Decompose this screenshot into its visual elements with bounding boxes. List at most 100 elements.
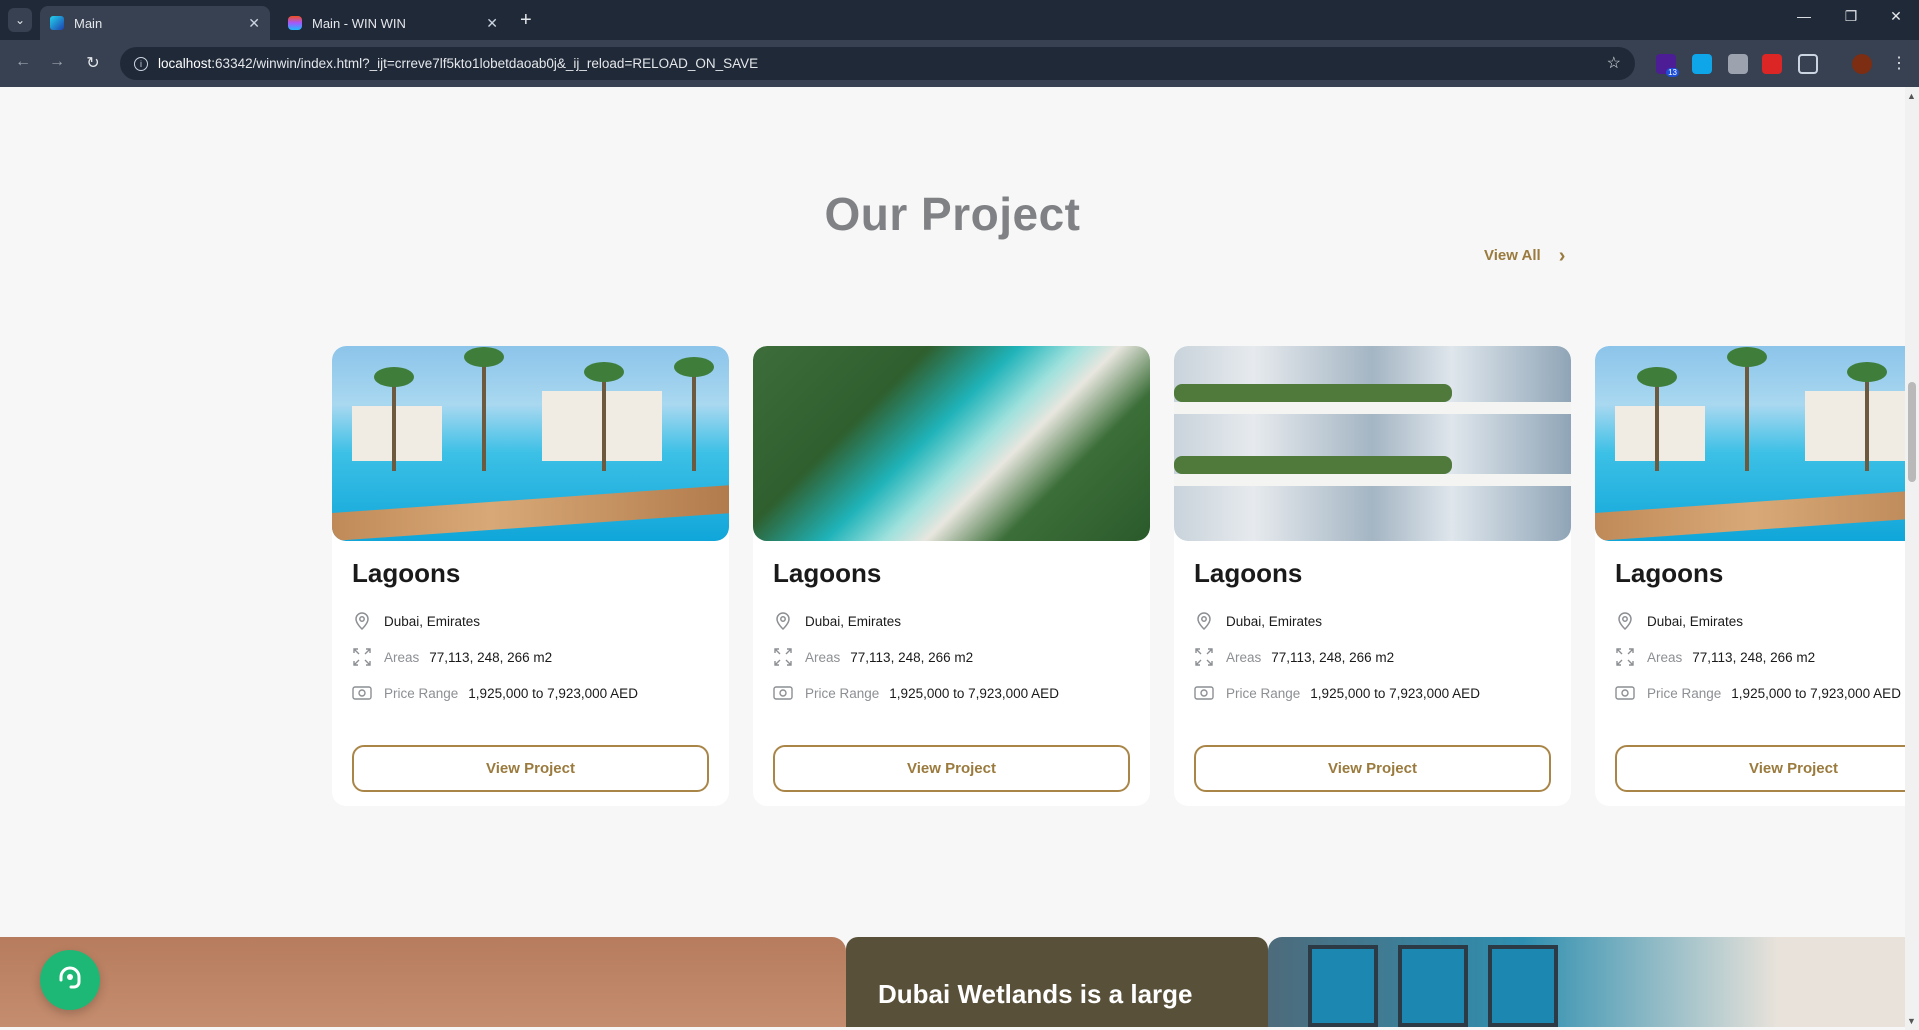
price-value: 1,925,000 to 7,923,000 AED (468, 685, 638, 701)
project-name: Lagoons (352, 558, 461, 588)
view-project-button[interactable]: View Project (1615, 745, 1905, 792)
location-text: Dubai, Emirates (1226, 613, 1323, 629)
location-row: Dubai, Emirates (1615, 611, 1743, 631)
restore-icon[interactable]: ❐ (1836, 8, 1866, 25)
site-info-icon[interactable]: i (134, 56, 148, 71)
scrollbar-thumb[interactable] (1908, 382, 1916, 482)
view-project-button[interactable]: View Project (1194, 745, 1551, 792)
price-value: 1,925,000 to 7,923,000 AED (1731, 685, 1901, 701)
browser-tab-winwin[interactable]: Main - WIN WIN ✕ (278, 6, 508, 40)
promo-headline: Dubai Wetlands is a large (878, 979, 1193, 1009)
tab-title: Main (74, 15, 103, 31)
view-project-button[interactable]: View Project (773, 745, 1130, 792)
location-row: Dubai, Emirates (773, 611, 901, 631)
browser-tab-bar: ⌄ Main ✕ Main - WIN WIN ✕ + — ❐ ✕ (0, 0, 1919, 40)
extension-icon[interactable] (1762, 54, 1782, 74)
support-chat-button[interactable] (40, 950, 100, 1010)
expand-area-icon (1194, 647, 1214, 667)
money-icon (1615, 683, 1635, 703)
price-value: 1,925,000 to 7,923,000 AED (1310, 685, 1480, 701)
money-icon (352, 683, 372, 703)
interior-photo (0, 937, 846, 1027)
project-image (753, 346, 1150, 541)
location-pin-icon (773, 611, 793, 631)
price-label: Price Range (805, 685, 880, 701)
section-title: Our Project (824, 188, 1081, 240)
price-label: Price Range (384, 685, 459, 701)
page-viewport: Our Project View All › Lagoons Dubai, Em… (0, 87, 1905, 1030)
address-bar[interactable]: i localhost:63342/winwin/index.html?_ijt… (120, 47, 1635, 80)
project-image (332, 346, 729, 541)
areas-row: Areas 77,113, 248, 266 m2 (352, 647, 552, 667)
location-pin-icon (1615, 611, 1635, 631)
view-all-link[interactable]: View All › (1484, 244, 1566, 267)
scroll-down-icon[interactable]: ▼ (1907, 1016, 1916, 1026)
close-tab-icon[interactable]: ✕ (486, 15, 498, 32)
location-row: Dubai, Emirates (1194, 611, 1322, 631)
browser-tab-main[interactable]: Main ✕ (40, 6, 270, 40)
price-row: Price Range 1,925,000 to 7,923,000 AED (352, 683, 638, 703)
areas-label: Areas (384, 649, 420, 665)
scroll-up-icon[interactable]: ▲ (1907, 91, 1916, 101)
project-image (1595, 346, 1905, 541)
areas-label: Areas (805, 649, 841, 665)
chevron-right-icon: › (1558, 244, 1566, 267)
areas-value: 77,113, 248, 266 m2 (1271, 649, 1395, 665)
extension-icon[interactable]: 13 (1656, 54, 1679, 77)
project-name: Lagoons (1615, 558, 1724, 588)
close-window-icon[interactable]: ✕ (1881, 8, 1911, 25)
back-icon[interactable]: ← (12, 53, 34, 71)
minimize-icon[interactable]: — (1789, 8, 1819, 24)
forward-icon[interactable]: → (46, 53, 68, 71)
url-text: localhost:63342/winwin/index.html?_ijt=c… (158, 56, 759, 71)
price-row: Price Range 1,925,000 to 7,923,000 AED (1615, 683, 1901, 703)
expand-area-icon (352, 647, 372, 667)
areas-row: Areas 77,113, 248, 266 m2 (1615, 647, 1815, 667)
areas-value: 77,113, 248, 266 m2 (429, 649, 553, 665)
extension-icon[interactable] (1728, 54, 1748, 74)
profile-avatar[interactable] (1852, 54, 1872, 74)
tab-title: Main - WIN WIN (312, 15, 406, 31)
areas-row: Areas 77,113, 248, 266 m2 (1194, 647, 1394, 667)
project-card: Lagoons Dubai, Emirates Areas 77,113, 24… (1595, 346, 1905, 806)
webstorm-favicon-icon (50, 16, 64, 30)
bookmark-star-icon[interactable]: ☆ (1607, 53, 1621, 73)
close-tab-icon[interactable]: ✕ (248, 15, 260, 32)
tab-search-button[interactable]: ⌄ (8, 8, 32, 32)
price-value: 1,925,000 to 7,923,000 AED (889, 685, 1059, 701)
extensions-puzzle-icon[interactable] (1798, 54, 1818, 74)
promo-panel: Dubai Wetlands is a large (846, 937, 1268, 1027)
location-pin-icon (352, 611, 372, 631)
extension-icon[interactable] (1692, 54, 1712, 74)
promo-band: Dubai Wetlands is a large (0, 937, 1905, 1027)
project-image (1174, 346, 1571, 541)
price-label: Price Range (1647, 685, 1722, 701)
project-card: Lagoons Dubai, Emirates Areas 77,113, 24… (1174, 346, 1571, 806)
project-name: Lagoons (773, 558, 882, 588)
money-icon (773, 683, 793, 703)
project-card: Lagoons Dubai, Emirates Areas 77,113, 24… (753, 346, 1150, 806)
areas-value: 77,113, 248, 266 m2 (850, 649, 974, 665)
areas-label: Areas (1647, 649, 1683, 665)
new-tab-button[interactable]: + (520, 8, 532, 32)
price-row: Price Range 1,925,000 to 7,923,000 AED (1194, 683, 1480, 703)
view-project-button[interactable]: View Project (352, 745, 709, 792)
project-name: Lagoons (1194, 558, 1303, 588)
view-all-label: View All (1484, 247, 1541, 264)
location-text: Dubai, Emirates (805, 613, 902, 629)
money-icon (1194, 683, 1214, 703)
areas-value: 77,113, 248, 266 m2 (1692, 649, 1816, 665)
expand-area-icon (773, 647, 793, 667)
browser-menu-icon[interactable]: ⋮ (1888, 53, 1910, 73)
reload-icon[interactable]: ↻ (82, 53, 104, 73)
areas-row: Areas 77,113, 248, 266 m2 (773, 647, 973, 667)
location-row: Dubai, Emirates (352, 611, 480, 631)
project-carousel: Lagoons Dubai, Emirates Areas 77,113, 24… (332, 346, 1905, 806)
project-card: Lagoons Dubai, Emirates Areas 77,113, 24… (332, 346, 729, 806)
expand-area-icon (1615, 647, 1635, 667)
page-scrollbar[interactable]: ▲ ▼ (1905, 87, 1919, 1030)
price-label: Price Range (1226, 685, 1301, 701)
headset-icon (54, 962, 86, 999)
location-text: Dubai, Emirates (384, 613, 481, 629)
location-pin-icon (1194, 611, 1214, 631)
